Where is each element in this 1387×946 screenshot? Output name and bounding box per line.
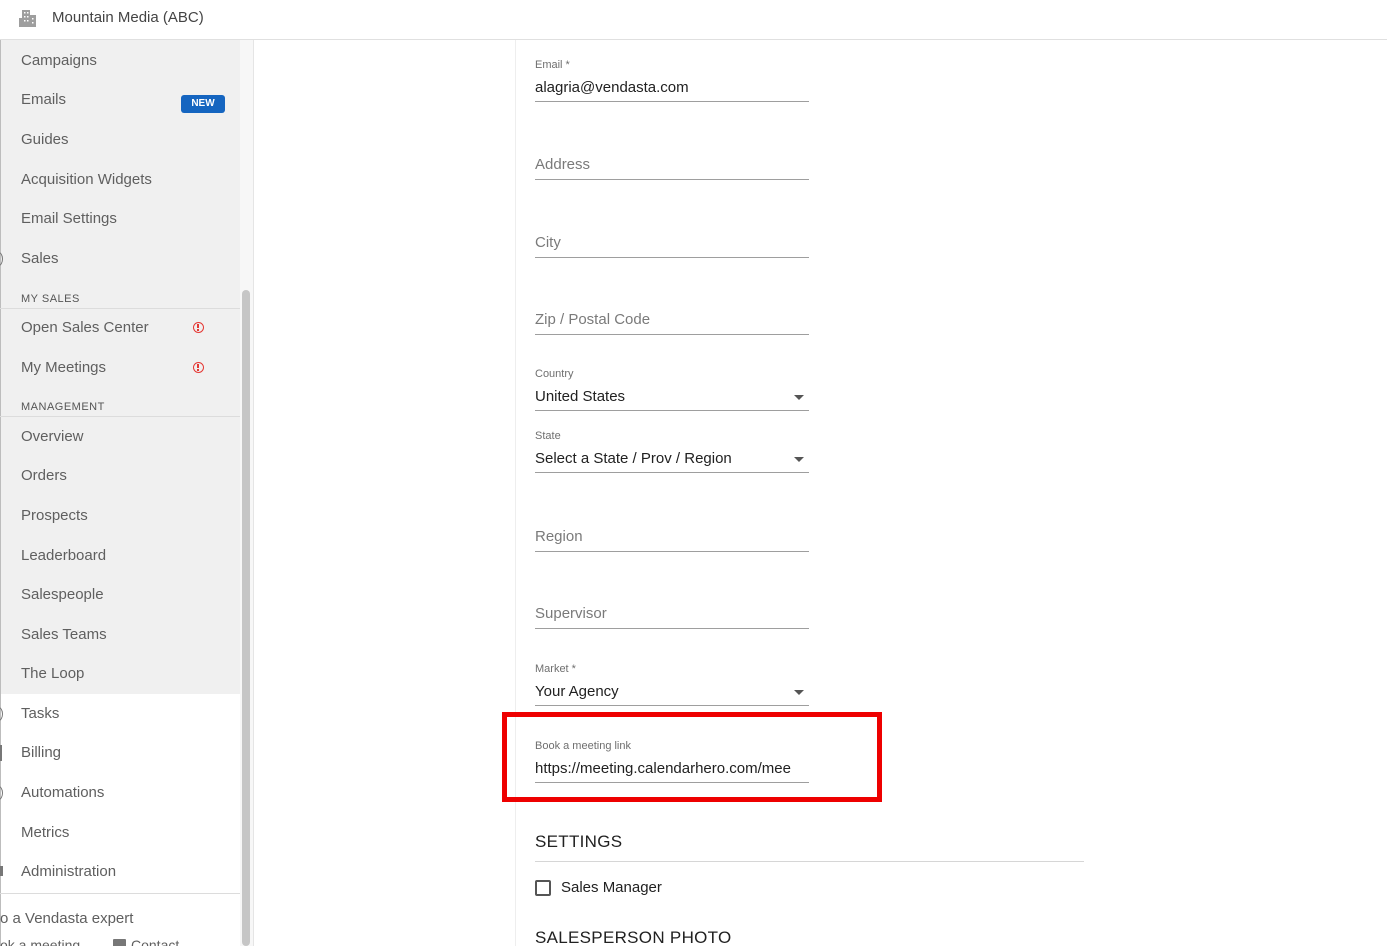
field-underline bbox=[535, 705, 809, 706]
sidebar-item-metrics[interactable]: Metrics bbox=[21, 823, 69, 843]
billing-icon bbox=[0, 745, 2, 761]
field-underline bbox=[535, 472, 809, 473]
sidebar-item-guides[interactable]: Guides bbox=[21, 130, 69, 150]
region-field[interactable]: Region bbox=[535, 522, 809, 552]
sidebar: Campaigns Emails NEW Guides Acquisition … bbox=[0, 40, 240, 946]
alert-icon bbox=[193, 362, 204, 373]
vendasta-expert-text: o a Vendasta expert bbox=[0, 910, 134, 927]
sidebar-item-sales[interactable]: Sales bbox=[21, 249, 59, 269]
divider bbox=[0, 308, 240, 309]
address-field[interactable]: Address bbox=[535, 150, 809, 180]
settings-heading: SETTINGS bbox=[535, 832, 623, 851]
field-underline bbox=[535, 101, 809, 102]
state-label: State bbox=[535, 430, 561, 442]
sidebar-item-administration[interactable]: Administration bbox=[21, 862, 116, 882]
section-management: MANAGEMENT bbox=[21, 401, 105, 413]
sidebar-item-automations[interactable]: Automations bbox=[21, 783, 104, 803]
salesperson-photo-heading: SALESPERSON PHOTO bbox=[535, 928, 732, 946]
scrollbar-thumb[interactable] bbox=[242, 290, 250, 946]
sidebar-item-salespeople[interactable]: Salespeople bbox=[21, 585, 104, 605]
section-my-sales: MY SALES bbox=[21, 293, 80, 305]
address-placeholder: Address bbox=[535, 156, 591, 173]
book-meeting-link[interactable]: ok a meeting bbox=[0, 937, 80, 946]
automations-icon bbox=[0, 786, 3, 800]
alert-icon bbox=[193, 322, 204, 333]
sidebar-item-campaigns[interactable]: Campaigns bbox=[21, 51, 97, 71]
market-label: Market * bbox=[535, 663, 576, 675]
region-placeholder: Region bbox=[535, 528, 583, 545]
field-underline bbox=[535, 628, 809, 629]
sidebar-item-sales-teams[interactable]: Sales Teams bbox=[21, 625, 107, 645]
form-column-divider bbox=[515, 40, 516, 946]
chevron-down-icon[interactable] bbox=[794, 457, 804, 462]
email-value[interactable]: alagria@vendasta.com bbox=[535, 79, 809, 96]
building-icon bbox=[19, 10, 36, 27]
email-field[interactable]: Email * alagria@vendasta.com bbox=[535, 58, 809, 103]
sidebar-item-email-settings[interactable]: Email Settings bbox=[21, 209, 117, 229]
zip-field[interactable]: Zip / Postal Code bbox=[535, 305, 809, 335]
market-value[interactable]: Your Agency bbox=[535, 683, 809, 700]
email-label: Email * bbox=[535, 59, 570, 71]
field-underline bbox=[535, 551, 809, 552]
sidebar-item-acquisition-widgets[interactable]: Acquisition Widgets bbox=[21, 170, 152, 190]
divider bbox=[0, 893, 240, 894]
supervisor-field[interactable]: Supervisor bbox=[535, 599, 809, 629]
sidebar-item-emails[interactable]: Emails bbox=[21, 90, 66, 110]
sidebar-item-prospects[interactable]: Prospects bbox=[21, 506, 88, 526]
section-divider bbox=[535, 861, 1084, 862]
chevron-down-icon[interactable] bbox=[794, 690, 804, 695]
city-field[interactable]: City bbox=[535, 228, 809, 258]
country-label: Country bbox=[535, 368, 574, 380]
field-underline bbox=[535, 257, 809, 258]
chat-icon bbox=[113, 939, 126, 946]
sidebar-item-billing[interactable]: Billing bbox=[21, 743, 61, 763]
sidebar-item-leaderboard[interactable]: Leaderboard bbox=[21, 546, 106, 566]
sidebar-item-open-sales-center[interactable]: Open Sales Center bbox=[21, 318, 149, 338]
sidebar-edge bbox=[0, 40, 1, 946]
sales-manager-checkbox[interactable] bbox=[535, 880, 551, 896]
contact-link[interactable]: Contact bbox=[131, 937, 179, 946]
state-value[interactable]: Select a State / Prov / Region bbox=[535, 450, 809, 467]
main-content bbox=[255, 40, 1387, 946]
city-placeholder: City bbox=[535, 234, 561, 251]
market-select[interactable]: Market * Your Agency bbox=[535, 662, 809, 707]
new-badge: NEW bbox=[181, 95, 225, 113]
sales-manager-label[interactable]: Sales Manager bbox=[561, 879, 662, 896]
chevron-down-icon[interactable] bbox=[794, 395, 804, 400]
sidebar-item-my-meetings[interactable]: My Meetings bbox=[21, 358, 106, 378]
sidebar-item-orders[interactable]: Orders bbox=[21, 466, 67, 486]
country-select[interactable]: Country United States bbox=[535, 367, 809, 412]
administration-icon bbox=[0, 866, 3, 876]
field-underline bbox=[535, 410, 809, 411]
zip-placeholder: Zip / Postal Code bbox=[535, 311, 651, 328]
state-select[interactable]: State Select a State / Prov / Region bbox=[535, 429, 809, 474]
sidebar-item-overview[interactable]: Overview bbox=[21, 427, 84, 447]
divider bbox=[0, 416, 240, 417]
tasks-icon bbox=[0, 707, 3, 721]
highlight-annotation bbox=[502, 712, 882, 802]
top-bar: Mountain Media (ABC) bbox=[0, 0, 1387, 40]
supervisor-placeholder: Supervisor bbox=[535, 605, 607, 622]
field-underline bbox=[535, 334, 809, 335]
field-underline bbox=[535, 179, 809, 180]
org-name[interactable]: Mountain Media (ABC) bbox=[52, 9, 204, 26]
country-value[interactable]: United States bbox=[535, 388, 809, 405]
sidebar-item-tasks[interactable]: Tasks bbox=[21, 704, 59, 724]
sidebar-item-the-loop[interactable]: The Loop bbox=[21, 664, 84, 684]
